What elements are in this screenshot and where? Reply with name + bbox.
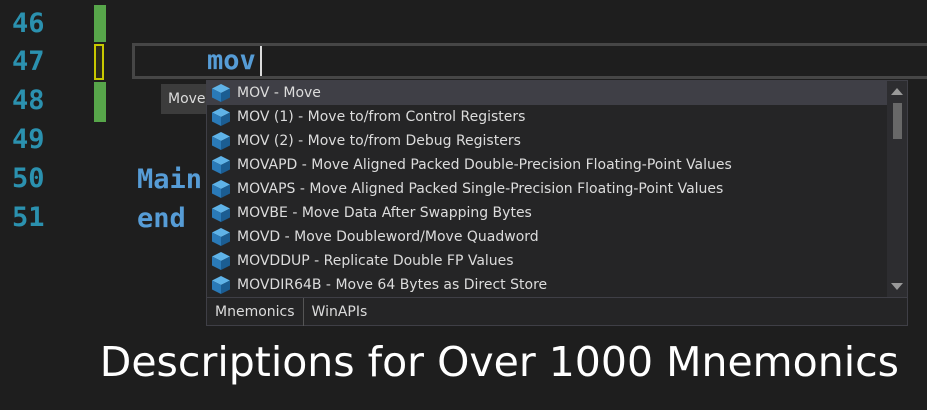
cube-icon <box>211 203 231 223</box>
scroll-down-icon[interactable] <box>891 283 903 290</box>
line-number: 51 <box>12 202 45 233</box>
completion-item-label: MOVDIR64B - Move 64 Bytes as Direct Stor… <box>237 277 548 293</box>
completion-item[interactable]: MOVD - Move Doubleword/Move Quadword <box>207 225 887 249</box>
typed-text[interactable]: mov <box>207 42 256 80</box>
unsaved-change-mark <box>94 44 104 80</box>
completion-item-label: MOV (2) - Move to/from Debug Registers <box>237 133 521 149</box>
completion-item[interactable]: MOVBE - Move Data After Swapping Bytes <box>207 201 887 225</box>
tab-mnemonics[interactable]: Mnemonics <box>207 298 304 326</box>
cube-icon <box>211 131 231 151</box>
line-number: 50 <box>12 163 45 194</box>
completion-item[interactable]: MOVAPD - Move Aligned Packed Double-Prec… <box>207 153 887 177</box>
line-number: 46 <box>12 8 45 39</box>
cube-icon <box>211 83 231 103</box>
completion-item[interactable]: MOV (1) - Move to/from Control Registers <box>207 105 887 129</box>
tab-winapis[interactable]: WinAPIs <box>304 298 376 326</box>
change-bar <box>94 5 106 42</box>
line-number: 49 <box>12 124 45 155</box>
code-line[interactable]: end <box>137 200 186 238</box>
completion-item-label: MOVD - Move Doubleword/Move Quadword <box>237 229 539 245</box>
completion-item-label: MOVDDUP - Replicate Double FP Values <box>237 253 514 269</box>
completion-tabs: Mnemonics WinAPIs <box>207 297 907 326</box>
scrollbar-thumb[interactable] <box>893 103 902 139</box>
cube-icon <box>211 275 231 295</box>
quick-info-tooltip: Move <box>161 84 213 114</box>
completion-item-label: MOV - Move <box>237 85 321 101</box>
cube-icon <box>211 227 231 247</box>
completion-item[interactable]: MOVDIR64B - Move 64 Bytes as Direct Stor… <box>207 273 887 297</box>
completion-popup[interactable]: MOV - Move MOV (1) - Move to/from Control… <box>206 80 908 326</box>
completion-item-label: MOVAPD - Move Aligned Packed Double-Prec… <box>237 157 732 173</box>
completion-item[interactable]: MOV (2) - Move to/from Debug Registers <box>207 129 887 153</box>
completion-item[interactable]: MOV - Move <box>207 81 887 105</box>
completion-item-label: MOVBE - Move Data After Swapping Bytes <box>237 205 532 221</box>
line-number: 47 <box>12 46 45 77</box>
completion-item-label: MOVAPS - Move Aligned Packed Single-Prec… <box>237 181 724 197</box>
cube-icon <box>211 155 231 175</box>
scrollbar[interactable] <box>887 81 907 297</box>
promo-caption: Descriptions for Over 1000 Mnemonics <box>99 338 899 386</box>
code-line[interactable]: Main <box>137 161 202 199</box>
change-bar <box>94 82 106 122</box>
cube-icon <box>211 179 231 199</box>
completion-item-label: MOV (1) - Move to/from Control Registers <box>237 109 526 125</box>
line-number: 48 <box>12 85 45 116</box>
cube-icon <box>211 251 231 271</box>
cube-icon <box>211 107 231 127</box>
scroll-up-icon[interactable] <box>891 88 903 95</box>
completion-item[interactable]: MOVAPS - Move Aligned Packed Single-Prec… <box>207 177 887 201</box>
completion-list[interactable]: MOV - Move MOV (1) - Move to/from Control… <box>207 81 887 297</box>
text-cursor <box>260 46 262 76</box>
completion-item[interactable]: MOVDDUP - Replicate Double FP Values <box>207 249 887 273</box>
